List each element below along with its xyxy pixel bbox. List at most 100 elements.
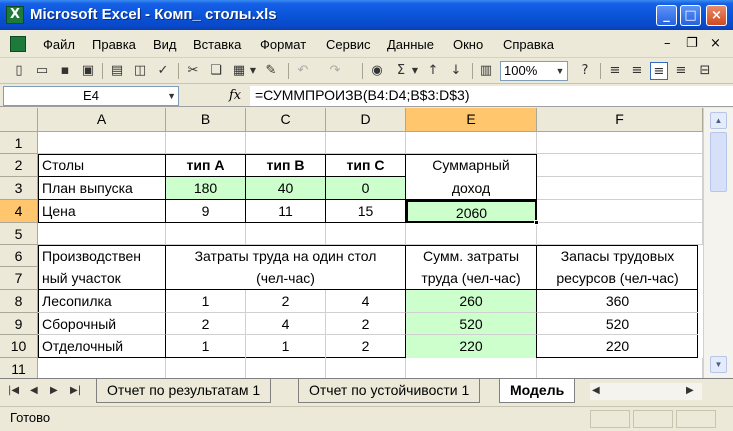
row-header-4[interactable]: 4 [0, 200, 38, 223]
cell-d11[interactable] [326, 358, 406, 378]
cell-c2[interactable]: тип B [246, 154, 326, 177]
cell-f11[interactable] [537, 358, 703, 378]
scroll-down-icon[interactable]: ▼ [710, 356, 727, 373]
tab-sensitivity-report[interactable]: Отчет по устойчивости 1 [298, 379, 481, 403]
format-painter-icon[interactable]: ✎ [262, 62, 280, 80]
scroll-right-icon[interactable]: ▶ [686, 385, 694, 396]
row-header-11[interactable]: 11 [0, 358, 38, 378]
cell-e2[interactable]: Суммарный [406, 154, 537, 177]
copy-icon[interactable]: ❏ [207, 62, 225, 80]
col-header-f[interactable]: F [537, 108, 703, 132]
row-header-9[interactable]: 9 [0, 313, 38, 335]
cell-b11[interactable] [166, 358, 246, 378]
paste-icon[interactable]: ▦ [230, 62, 248, 80]
prev-sheet-icon[interactable]: ◀ [30, 385, 38, 396]
tab-model[interactable]: Модель [499, 379, 576, 403]
cell-e1[interactable] [406, 132, 537, 154]
tab-results-report[interactable]: Отчет по результатам 1 [96, 379, 272, 403]
row-header-2[interactable]: 2 [0, 154, 38, 177]
menu-tools[interactable]: Сервис [326, 37, 371, 52]
cell-e6[interactable]: Сумм. затраты [406, 245, 537, 267]
maximize-button[interactable]: □ [680, 5, 701, 26]
cell-c5[interactable] [246, 223, 326, 245]
align-left-icon[interactable]: ≡ [628, 62, 646, 80]
save-icon[interactable]: ▪ [56, 62, 74, 80]
open-icon[interactable]: ▭ [33, 62, 51, 80]
select-all-corner[interactable] [0, 108, 38, 132]
menu-window[interactable]: Окно [453, 37, 483, 52]
formula-input[interactable]: =СУММПРОИЗВ(B4:D4;B$3:D$3) [250, 86, 733, 106]
minimize-button[interactable]: _ [656, 5, 677, 26]
cell-f8[interactable]: 360 [537, 290, 698, 313]
cell-b7-merged[interactable]: (чел-час) [166, 267, 406, 290]
paste-dropdown-icon[interactable]: ▼ [248, 62, 258, 80]
doc-minimize-button[interactable]: – [664, 36, 671, 51]
cell-d9[interactable]: 2 [326, 313, 406, 335]
cell-b1[interactable] [166, 132, 246, 154]
cell-f4[interactable] [537, 200, 703, 223]
first-sheet-icon[interactable]: |◀ [8, 385, 19, 396]
spelling-icon[interactable]: ✓ [154, 62, 172, 80]
fill-handle[interactable] [534, 220, 539, 225]
cell-c1[interactable] [246, 132, 326, 154]
cell-b10[interactable]: 1 [166, 335, 246, 358]
vertical-scroll-thumb[interactable] [710, 132, 727, 192]
cell-f3[interactable] [537, 177, 703, 200]
cell-c10[interactable]: 1 [246, 335, 326, 358]
cell-a6[interactable]: Производствен [38, 245, 166, 267]
cell-d10[interactable]: 2 [326, 335, 406, 358]
menu-help[interactable]: Справка [503, 37, 554, 52]
cell-f9[interactable]: 520 [537, 313, 698, 335]
col-header-e[interactable]: E [406, 108, 537, 132]
cell-f5[interactable] [537, 223, 703, 245]
cut-icon[interactable]: ✂ [184, 62, 202, 80]
last-sheet-icon[interactable]: ▶| [70, 385, 81, 396]
cell-c11[interactable] [246, 358, 326, 378]
cell-f2[interactable] [537, 154, 703, 177]
redo-icon[interactable]: ↷ [326, 62, 344, 80]
cell-c9[interactable]: 4 [246, 313, 326, 335]
bold-icon[interactable]: ≡ [606, 62, 624, 80]
cell-d3[interactable]: 0 [326, 177, 406, 200]
hyperlink-icon[interactable]: ◉ [368, 62, 386, 80]
cell-a5[interactable] [38, 223, 166, 245]
permission-icon[interactable]: ▣ [79, 62, 97, 80]
name-box-dropdown-icon[interactable]: ▼ [167, 87, 176, 105]
cell-b4[interactable]: 9 [166, 200, 246, 223]
insert-function-icon[interactable]: fx [229, 88, 241, 103]
doc-restore-button[interactable]: ❐ [686, 36, 698, 51]
cell-c3[interactable]: 40 [246, 177, 326, 200]
cell-b9[interactable]: 2 [166, 313, 246, 335]
menu-view[interactable]: Вид [153, 37, 177, 52]
scroll-left-icon[interactable]: ◀ [592, 385, 600, 396]
cell-b3[interactable]: 180 [166, 177, 246, 200]
help-icon[interactable]: ? [576, 62, 594, 80]
excel-app-icon[interactable]: X [6, 6, 24, 24]
print-icon[interactable]: ▤ [108, 62, 126, 80]
cell-b8[interactable]: 1 [166, 290, 246, 313]
menu-file[interactable]: Файл [43, 37, 75, 52]
row-header-10[interactable]: 10 [0, 335, 38, 358]
col-header-b[interactable]: B [166, 108, 246, 132]
menu-format[interactable]: Формат [260, 37, 306, 52]
cell-a3[interactable]: План выпуска [38, 177, 166, 200]
zoom-select[interactable]: 100% ▼ [500, 61, 568, 81]
row-header-7[interactable]: 7 [0, 267, 38, 290]
cell-e10[interactable]: 220 [406, 335, 537, 358]
workbook-icon[interactable] [10, 36, 26, 52]
cell-a1[interactable] [38, 132, 166, 154]
cell-e5[interactable] [406, 223, 537, 245]
zoom-dropdown-icon[interactable]: ▼ [553, 62, 567, 80]
cell-f10[interactable]: 220 [537, 335, 698, 358]
new-icon[interactable]: ▯ [10, 62, 28, 80]
cell-a2[interactable]: Столы [38, 154, 166, 177]
cell-a11[interactable] [38, 358, 166, 378]
autosum-icon[interactable]: Σ [392, 62, 410, 80]
align-center-icon[interactable]: ≡ [650, 62, 668, 80]
vertical-scrollbar[interactable]: ▲ ▼ [703, 108, 733, 378]
menu-edit[interactable]: Правка [92, 37, 136, 52]
scroll-up-icon[interactable]: ▲ [710, 112, 727, 129]
cell-f6[interactable]: Запасы трудовых [537, 245, 698, 267]
menu-data[interactable]: Данные [387, 37, 434, 52]
cell-d8[interactable]: 4 [326, 290, 406, 313]
